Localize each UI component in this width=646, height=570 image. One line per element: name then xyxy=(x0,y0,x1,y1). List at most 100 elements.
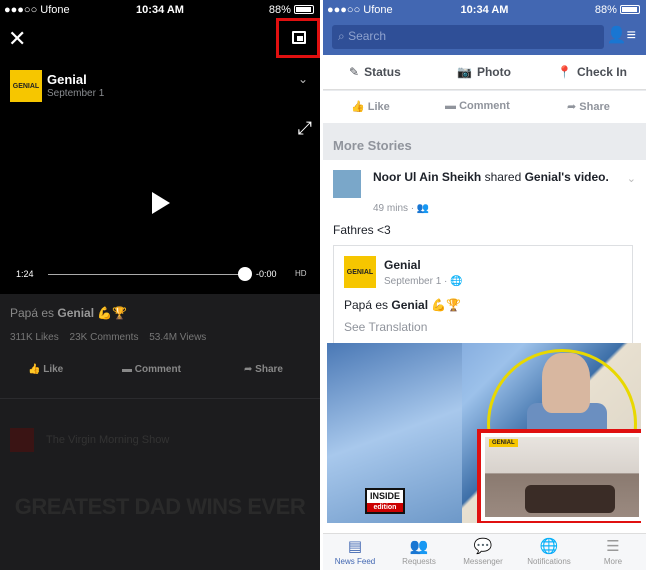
shared-page-title[interactable]: Genial xyxy=(384,258,421,272)
bottom-tab-bar: ▤ News Feed 👥 Requests 💬 Messenger 🌐 Notific… xyxy=(323,533,646,570)
pip-mini-player[interactable]: GENIAL xyxy=(477,429,641,523)
feed-post: Noor Ul Ain Sheikh shared Genial's video… xyxy=(323,160,646,535)
share-button[interactable]: ➦ Share xyxy=(244,364,283,375)
tab-label: Notifications xyxy=(527,557,571,566)
tab-requests[interactable]: 👥 Requests xyxy=(387,538,451,566)
up-next-item[interactable]: The Virgin Morning Show xyxy=(10,428,169,452)
avatar[interactable] xyxy=(333,170,361,198)
battery-icon xyxy=(294,5,314,14)
current-time: 1:24 xyxy=(16,269,34,279)
comment-button[interactable]: ▬ Comment xyxy=(445,100,510,112)
status-button[interactable]: ✎ Status xyxy=(349,65,401,79)
globe-icon: 🌐 xyxy=(539,538,559,555)
mini-player-badge: GENIAL xyxy=(489,439,518,447)
shared-date-text: September 1 · xyxy=(384,276,451,287)
comment-label: Comment xyxy=(134,364,181,375)
shared-title-prefix: Papá es xyxy=(344,298,392,312)
inside-edition-brand: INSIDE xyxy=(369,491,400,501)
edit-icon: ✎ xyxy=(349,65,360,79)
tab-label: News Feed xyxy=(334,557,376,566)
genial-logo[interactable]: GENIAL xyxy=(10,70,42,102)
video-caption: GREATEST DAD WINS EVER xyxy=(14,494,306,519)
shared-title-emoji: 💪🏆 xyxy=(428,298,462,312)
chevron-down-icon[interactable]: ⌄ xyxy=(298,72,308,86)
status-label: Status xyxy=(364,65,401,79)
author-name[interactable]: Noor Ul Ain Sheikh xyxy=(373,170,481,184)
top-bar: ●●●○○ Ufone 10:34 AM 88% ⌕ Search 👤≡ xyxy=(323,0,646,55)
checkin-label: Check In xyxy=(576,65,627,79)
like-label: Like xyxy=(367,101,390,113)
composer-bar: ✎ Status 📷 Photo 📍 Check In xyxy=(323,55,646,90)
tab-notifications[interactable]: 🌐 Notifications xyxy=(517,538,581,566)
views-count: 53.4M Views xyxy=(149,332,207,343)
play-icon[interactable] xyxy=(152,192,170,214)
post-suffix: 's video. xyxy=(561,170,609,184)
comment-label: Comment xyxy=(459,100,510,112)
feed-video[interactable]: INSIDE edition GENIAL xyxy=(327,343,641,523)
remaining-time: -0:00 xyxy=(256,269,277,279)
shared-post-text: Papá es Genial 💪🏆 xyxy=(344,298,461,312)
post-text: Fathres <3 xyxy=(333,223,391,237)
hd-toggle[interactable]: HD xyxy=(295,269,307,278)
action-bar: 👍 Like ▬ Comment ➦ Share xyxy=(323,91,646,123)
video-title-prefix: Papá es xyxy=(10,306,58,320)
battery-indicator: 88% xyxy=(269,4,314,16)
inside-edition-sub: edition xyxy=(367,503,403,512)
video-info: Papá es Genial 💪🏆 311K Likes 23K Comment… xyxy=(0,294,320,570)
shared-page-name[interactable]: Genial xyxy=(525,170,562,184)
seek-bar[interactable] xyxy=(48,274,244,275)
expand-icon[interactable]: ⤢ xyxy=(298,118,312,139)
checkin-button[interactable]: 📍 Check In xyxy=(557,65,627,79)
see-translation-link[interactable]: See Translation xyxy=(344,320,427,334)
mini-player-frame xyxy=(485,437,639,517)
up-next-title: The Virgin Morning Show xyxy=(46,433,170,446)
search-placeholder: Search xyxy=(348,29,387,43)
shared-title-bold: Genial xyxy=(391,298,429,312)
chevron-down-icon[interactable]: ⌄ xyxy=(627,172,636,185)
close-icon[interactable]: ✕ xyxy=(8,26,26,52)
divider xyxy=(0,398,320,399)
video-title: Papá es Genial 💪🏆 xyxy=(10,306,127,320)
post-date: September 1 xyxy=(47,88,105,99)
page-header: GENIAL Genial September 1 ⌄ xyxy=(10,70,310,106)
comment-button[interactable]: ▬ Comment xyxy=(122,364,181,375)
battery-indicator: 88% xyxy=(595,4,640,16)
section-title: More Stories xyxy=(323,123,646,159)
location-pin-icon: 📍 xyxy=(557,65,572,79)
friend-requests-icon: 👥 xyxy=(409,538,429,555)
photo-label: Photo xyxy=(476,65,511,79)
share-icon: ➦ xyxy=(244,364,256,375)
battery-icon xyxy=(620,5,640,14)
share-icon: ➦ xyxy=(567,101,580,113)
comments-count[interactable]: 23K Comments xyxy=(70,332,139,343)
globe-icon: 🌐 xyxy=(450,276,463,287)
seek-handle[interactable] xyxy=(238,267,252,281)
photo-button[interactable]: 📷 Photo xyxy=(457,65,511,79)
camera-icon: 📷 xyxy=(457,65,472,79)
messenger-icon: 💬 xyxy=(473,538,493,555)
like-label: Like xyxy=(43,364,64,375)
video-frame-face xyxy=(542,353,590,413)
genial-logo[interactable]: GENIAL xyxy=(344,256,376,288)
video-area[interactable]: ⤢ 1:24 -0:00 HD xyxy=(0,112,320,294)
video-player-screen: ●●●○○ Ufone 10:34 AM 88% ✕ GENIAL Genial… xyxy=(0,0,320,570)
post-time-text: 49 mins xyxy=(373,203,409,214)
like-button[interactable]: 👍 Like xyxy=(28,364,63,375)
like-button[interactable]: 👍 Like xyxy=(351,100,390,113)
page-name[interactable]: Genial xyxy=(47,72,87,87)
share-button[interactable]: ➦ Share xyxy=(567,100,610,113)
tab-news-feed[interactable]: ▤ News Feed xyxy=(323,538,387,566)
action-bar: 👍 Like ▬ Comment ➦ Share xyxy=(0,364,320,380)
search-input[interactable]: ⌕ Search xyxy=(332,25,604,49)
tab-messenger[interactable]: 💬 Messenger xyxy=(451,538,515,566)
friends-list-icon[interactable]: 👤≡ xyxy=(607,25,636,45)
tab-more[interactable]: ☰ More xyxy=(581,538,645,566)
status-bar: ●●●○○ Ufone 10:34 AM 88% xyxy=(0,0,320,20)
picture-in-picture-button[interactable] xyxy=(276,18,320,58)
likes-count[interactable]: 311K Likes xyxy=(10,332,59,343)
battery-percent: 88% xyxy=(594,4,617,16)
shared-post-card[interactable]: GENIAL Genial September 1 · 🌐 Papá es Ge… xyxy=(333,245,633,343)
tab-label: Messenger xyxy=(463,557,503,566)
inside-edition-logo: INSIDE edition xyxy=(365,488,405,514)
pip-icon xyxy=(292,31,306,44)
